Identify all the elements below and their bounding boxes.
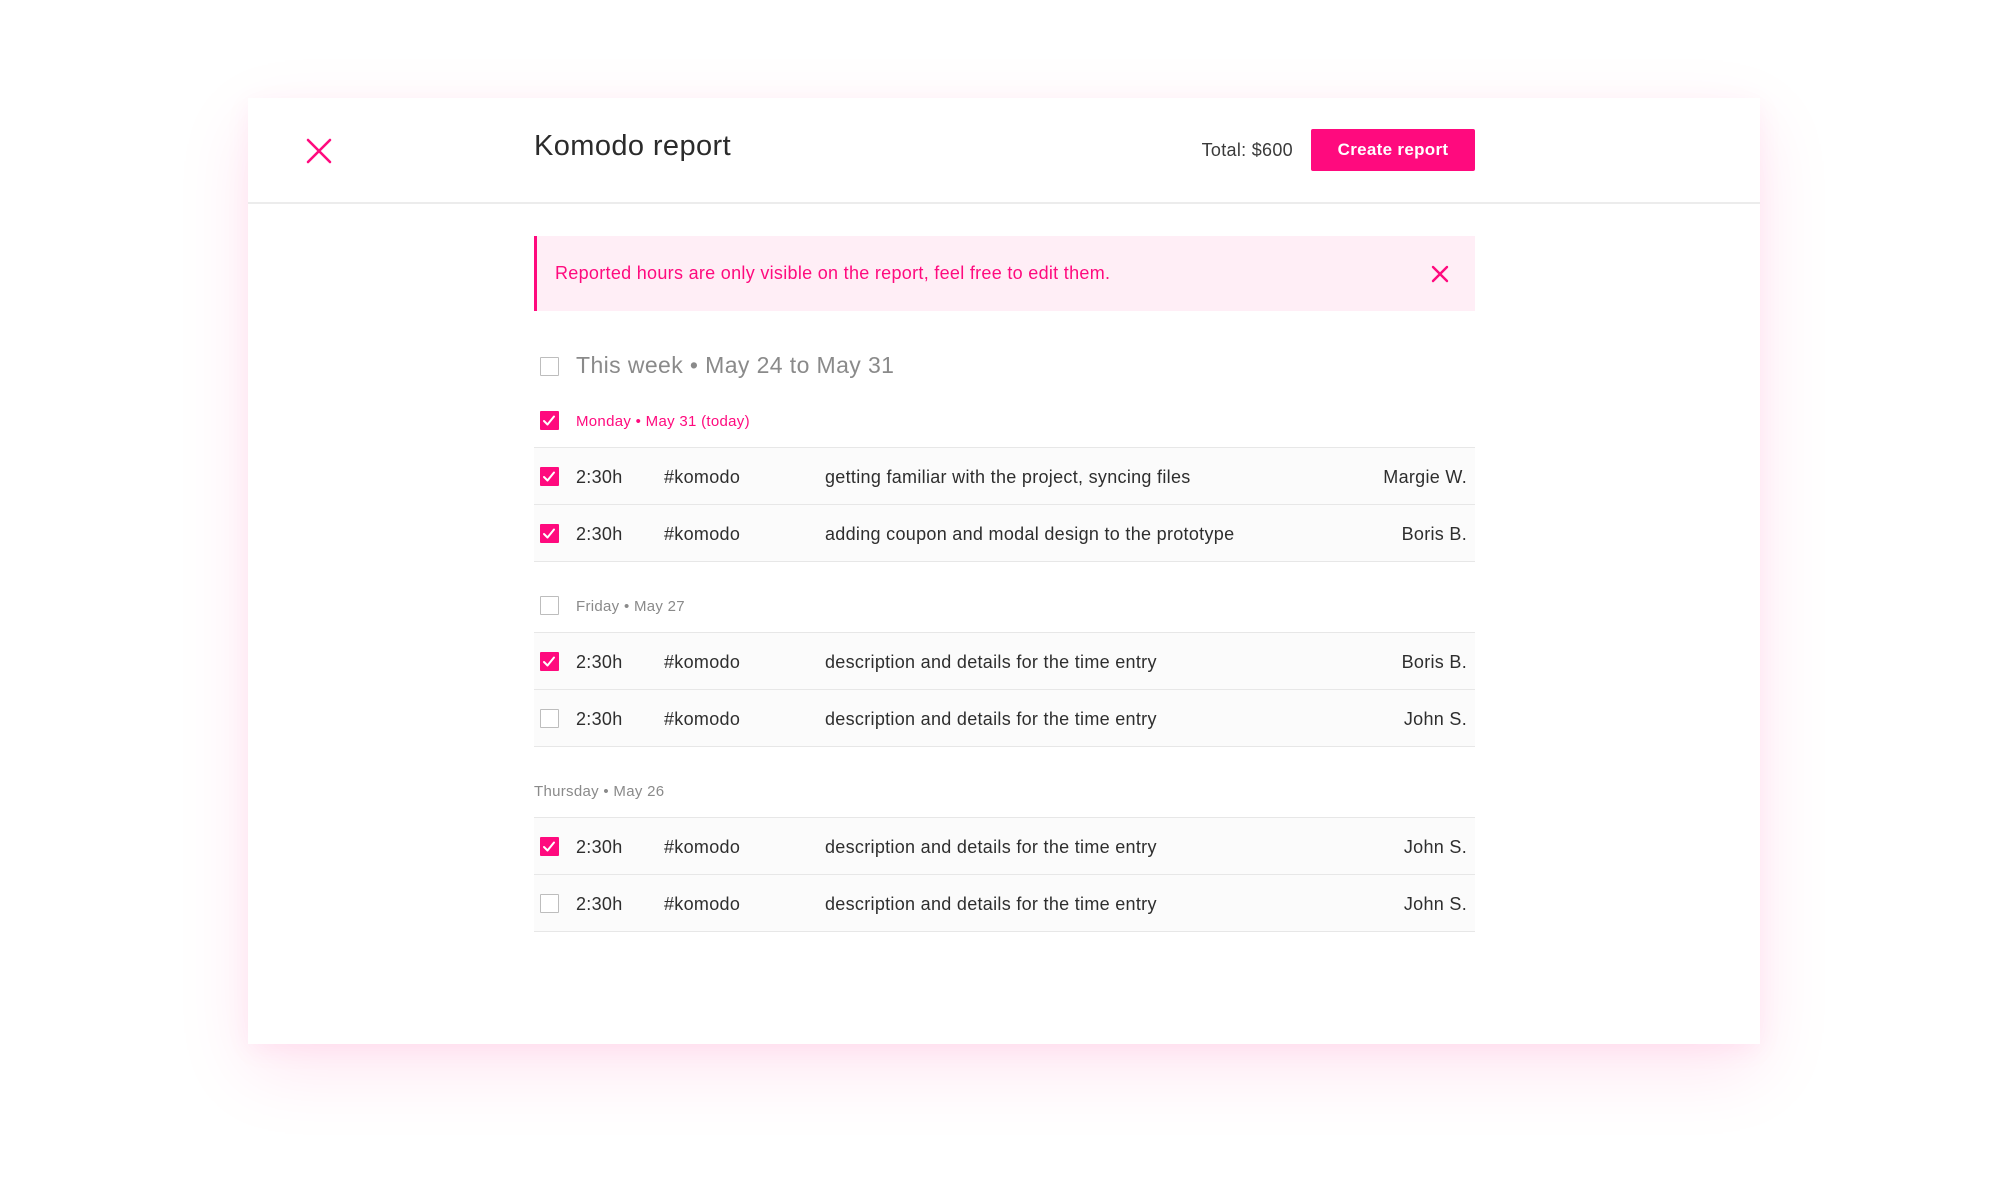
close-icon[interactable] [306,138,332,164]
entry-hours: 2:30h [576,467,623,487]
entry-user: John S. [1403,837,1467,857]
check-icon [543,656,555,667]
day-header: Friday • May 27 [534,577,1475,633]
notice-close-icon[interactable] [1431,265,1449,283]
day-group-thursday: Thursday • May 26 2:30h #komodo descript… [534,762,1475,932]
check-icon [543,415,555,426]
entry-user: Boris B. [1401,652,1467,672]
entry-user: Margie W. [1383,467,1467,487]
table-row[interactable]: 2:30h #komodo description and details fo… [534,875,1475,932]
notice-text: Reported hours are only visible on the r… [555,263,1111,283]
modal-header: Komodo report Total: $600 Create report [248,98,1760,204]
entry-user: John S. [1403,894,1467,914]
entry-description: description and details for the time ent… [825,837,1157,857]
check-icon [543,471,555,482]
info-notice: Reported hours are only visible on the r… [534,236,1475,311]
day-label: Monday • May 31 (today) [576,413,750,430]
entry-tag: #komodo [664,709,741,729]
day-label: Thursday • May 26 [534,783,665,800]
create-report-button[interactable]: Create report [1311,129,1475,171]
entry-description: description and details for the time ent… [825,709,1157,729]
row-checkbox[interactable] [540,524,559,543]
entry-hours: 2:30h [576,894,623,914]
week-header: This week • May 24 to May 31 [534,344,1475,392]
entry-tag: #komodo [664,652,741,672]
entry-description: adding coupon and modal design to the pr… [825,524,1235,544]
day-checkbox[interactable] [540,411,559,430]
entry-hours: 2:30h [576,652,623,672]
table-row[interactable]: 2:30h #komodo description and details fo… [534,690,1475,747]
entry-description: getting familiar with the project, synci… [825,467,1191,487]
entry-tag: #komodo [664,467,741,487]
day-checkbox[interactable] [540,596,559,615]
entry-tag: #komodo [664,524,741,544]
entry-user: Boris B. [1401,524,1467,544]
entry-description: description and details for the time ent… [825,652,1157,672]
entry-tag: #komodo [664,894,741,914]
report-total: Total: $600 [1201,140,1293,160]
table-row[interactable]: 2:30h #komodo description and details fo… [534,818,1475,875]
entry-hours: 2:30h [576,524,623,544]
page-title: Komodo report [534,130,732,162]
entry-hours: 2:30h [576,709,623,729]
row-checkbox[interactable] [540,894,559,913]
row-checkbox[interactable] [540,837,559,856]
table-row[interactable]: 2:30h #komodo adding coupon and modal de… [534,505,1475,562]
day-group-friday: Friday • May 27 2:30h #komodo descriptio… [534,577,1475,747]
day-header: Monday • May 31 (today) [534,392,1475,448]
report-content: Reported hours are only visible on the r… [534,236,1475,932]
row-checkbox[interactable] [540,467,559,486]
entry-description: description and details for the time ent… [825,894,1157,914]
table-row[interactable]: 2:30h #komodo getting familiar with the … [534,448,1475,505]
day-label: Friday • May 27 [576,598,685,615]
entry-tag: #komodo [664,837,741,857]
check-icon [543,528,555,539]
week-label: This week • May 24 to May 31 [576,352,895,378]
day-header: Thursday • May 26 [534,762,1475,818]
table-row[interactable]: 2:30h #komodo description and details fo… [534,633,1475,690]
row-checkbox[interactable] [540,709,559,728]
row-checkbox[interactable] [540,652,559,671]
entry-user: John S. [1403,709,1467,729]
day-group-monday: Monday • May 31 (today) 2:30h #komodo ge… [534,392,1475,562]
week-checkbox[interactable] [540,357,559,376]
check-icon [543,841,555,852]
entry-hours: 2:30h [576,837,623,857]
report-modal: Komodo report Total: $600 Create report … [248,98,1760,1044]
